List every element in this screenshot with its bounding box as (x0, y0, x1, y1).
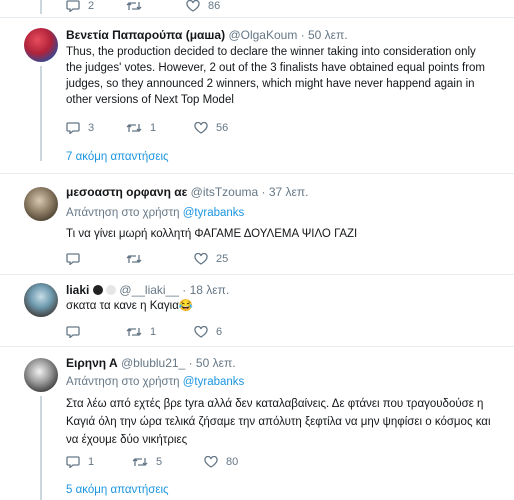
name-emoji-black-circle (92, 285, 103, 295)
avatar[interactable] (24, 358, 58, 392)
reply-button[interactable] (66, 326, 126, 338)
timestamp[interactable]: · 50 λεπ. (189, 356, 236, 370)
reply-icon (66, 456, 80, 468)
show-more-replies-link[interactable]: 7 ακόμη απαντήσεις (66, 151, 169, 163)
retweet-icon (126, 255, 142, 263)
retweet-button[interactable]: 1 (126, 326, 186, 338)
retweet-count: 1 (150, 326, 157, 338)
like-button[interactable]: 6 (194, 326, 254, 338)
display-name[interactable]: liaki (66, 283, 89, 297)
user-handle[interactable]: @OlgaKoum (228, 28, 297, 42)
retweet-icon (126, 124, 142, 132)
like-button[interactable]: 25 (194, 253, 254, 265)
reply-count: 3 (88, 122, 95, 134)
tweet-actions: 1 5 80 (66, 454, 264, 470)
timestamp[interactable]: · 37 λεπ. (262, 185, 309, 199)
reply-button[interactable]: 2 (66, 0, 126, 12)
timestamp[interactable]: · 50 λεπ. (301, 28, 348, 42)
show-more-replies-link[interactable]: 5 ακόμη απαντήσεις (66, 484, 169, 496)
user-handle[interactable]: @blublu21_ (121, 356, 185, 370)
reply-label: Απάντηση στο χρήστη (66, 207, 180, 219)
tweet-actions: 3 1 56 (66, 120, 254, 136)
thread-line (40, 66, 42, 161)
heart-icon (194, 326, 208, 338)
heart-icon (186, 0, 200, 12)
tweet-header: Ειρηνη Α @blublu21_ · 50 λεπ. (66, 356, 236, 370)
heart-icon (194, 253, 208, 265)
retweet-count: 5 (156, 456, 163, 468)
reply-icon (66, 326, 80, 338)
reply-count: 1 (88, 456, 95, 468)
divider (0, 274, 514, 275)
name-emoji-white-circle (106, 285, 117, 295)
reply-context: Απάντηση στο χρήστη @tyrabanks (66, 207, 244, 219)
retweet-button[interactable]: 1 (126, 122, 186, 134)
tweet-thread: 2 86 Βενετία Παπαρούπα (μαша) @OlgaKoum … (0, 0, 514, 500)
tweet-actions: 1 6 (66, 324, 254, 340)
like-count: 86 (208, 0, 221, 12)
tweet-text: σκατα τα κανε η Καγια😂 (66, 300, 194, 312)
timestamp[interactable]: · 18 λεπ. (182, 283, 229, 297)
retweet-count: 1 (150, 122, 157, 134)
thread-line (40, 0, 42, 14)
like-button[interactable]: 80 (204, 456, 264, 468)
tweet-text: Στα λέω από εχτές βρε tyra αλλά δεν κατα… (66, 398, 491, 446)
heart-icon (194, 122, 208, 134)
tweet-header: Βενετία Παπαρούπα (μαша) @OlgaKoum · 50 … (66, 28, 348, 42)
retweet-button[interactable] (126, 0, 186, 12)
avatar[interactable] (24, 283, 58, 317)
reply-button[interactable] (66, 253, 126, 265)
reply-handle-link[interactable]: @tyrabanks (183, 376, 245, 388)
like-button[interactable]: 56 (194, 122, 254, 134)
reply-button[interactable]: 3 (66, 122, 126, 134)
divider (0, 173, 514, 174)
reply-count: 2 (88, 0, 95, 12)
display-name[interactable]: μεσοαστη ορφανη αε (66, 185, 187, 199)
retweet-icon (132, 458, 148, 466)
tweet-header: liaki @__liaki__ · 18 λεπ. (66, 283, 229, 297)
avatar[interactable] (24, 28, 58, 62)
like-count: 25 (216, 253, 229, 265)
reply-icon (66, 0, 80, 12)
reply-icon (66, 122, 80, 134)
tweet-text: Thus, the production decided to declare … (66, 46, 486, 106)
user-handle[interactable]: @itsTzouma (191, 185, 259, 199)
like-count: 80 (226, 456, 239, 468)
reply-handle-link[interactable]: @tyrabanks (183, 207, 245, 219)
tweet-header: μεσοαστη ορφανη αε @itsTzouma · 37 λεπ. (66, 185, 309, 199)
user-handle[interactable]: @__liaki__ (119, 283, 179, 297)
heart-icon (204, 456, 218, 468)
reply-button[interactable]: 1 (66, 456, 126, 468)
display-name[interactable]: Βενετία Παπαρούπα (μαша) (66, 28, 225, 42)
display-name[interactable]: Ειρηνη Α (66, 356, 118, 370)
tweet-actions: 25 (66, 251, 254, 267)
top-action-bar: 2 86 (66, 0, 246, 14)
like-button[interactable]: 86 (186, 0, 246, 12)
reply-label: Απάντηση στο χρήστη (66, 376, 180, 388)
like-count: 56 (216, 122, 229, 134)
tweet-text: Τι να γίνει μωρή κολλητή ΦΑΓΑΜΕ ΔΟΥΛΕΜΑ … (66, 228, 358, 240)
divider (0, 17, 514, 18)
retweet-icon (126, 2, 142, 10)
like-count: 6 (216, 326, 223, 338)
retweet-button[interactable]: 5 (132, 456, 192, 468)
avatar[interactable] (24, 187, 58, 221)
retweet-button[interactable] (126, 253, 186, 265)
retweet-icon (126, 328, 142, 336)
thread-line (40, 396, 42, 500)
reply-context: Απάντηση στο χρήστη @tyrabanks (66, 376, 244, 388)
reply-icon (66, 253, 80, 265)
divider (0, 346, 514, 347)
